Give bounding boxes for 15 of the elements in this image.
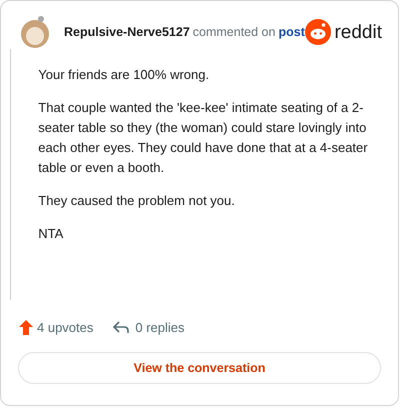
comment-paragraph: They caused the problem not you. [38, 192, 236, 210]
action-text: commented on [192, 24, 276, 41]
logo-icon [305, 19, 332, 45]
view-conversation-button[interactable]: View the conversation [18, 352, 381, 384]
avatar-icon [19, 15, 51, 49]
upvote-icon[interactable] [19, 320, 33, 335]
brand-wordmark: reddit [334, 22, 382, 42]
username[interactable]: Repulsive-Nerve5127 [64, 22, 190, 42]
upvote-count: 4 upvotes [37, 318, 94, 337]
comment-paragraph: Your friends are 100% wrong. [38, 66, 210, 84]
post-link[interactable]: post [278, 22, 305, 42]
comment-paragraph: NTA [38, 225, 64, 243]
reply-count: 0 replies [135, 318, 185, 337]
comment-paragraph: That couple wanted the 'kee-kee' intimate seating of a 2-seater table so they (the woman) could stare lovingly into each other eyes. They could have done that at a 4-seater table or even a booth. [38, 99, 369, 177]
reply-icon[interactable] [113, 320, 130, 334]
